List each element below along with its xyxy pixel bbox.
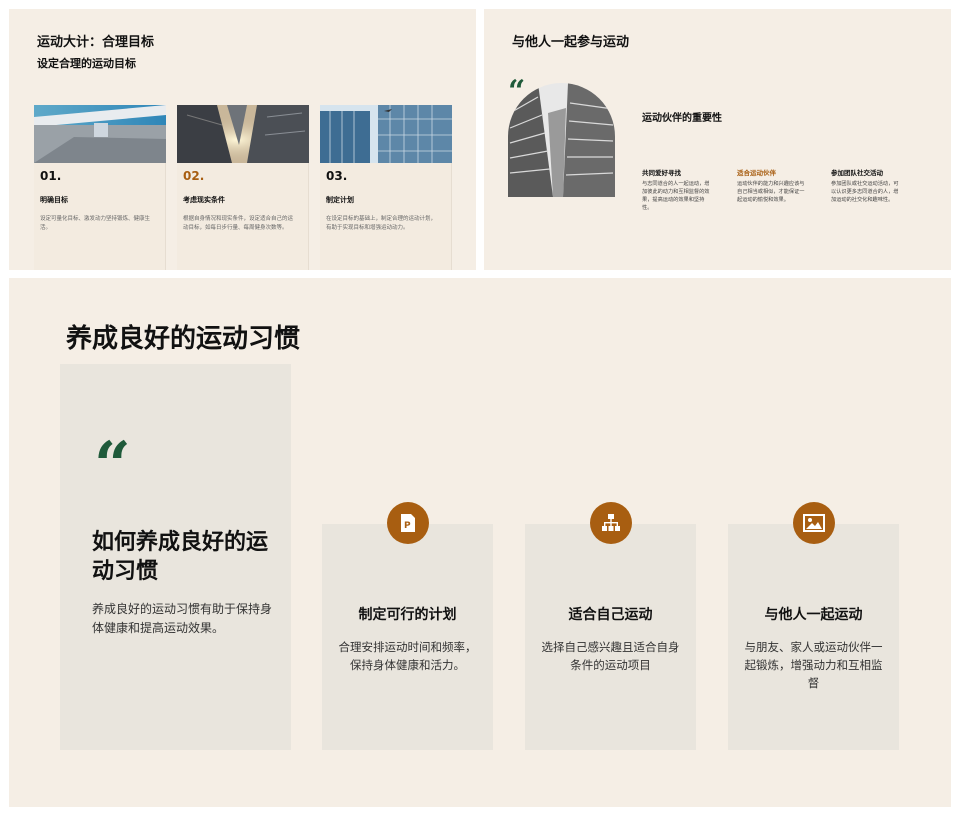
slide-goal-setting: 运动大计：合理目标 设定合理的运动目标 01. 明确目标 设定可量化目标、激发动… [9,9,476,270]
image-icon [793,502,835,544]
intro-desc: 养成良好的运动习惯有助于保持身体健康和提高运动效果。 [92,602,273,635]
habit-card-suitable: 适合自己运动 选择自己感兴趣且适合自身条件的运动项目 [525,502,696,750]
step-number: 03. [326,169,348,183]
glass-building-photo [320,105,452,163]
architecture-photo-1 [34,105,166,163]
card-title: 适合自己运动 [568,607,653,623]
habit-card-together: 与他人一起运动 与朋友、家人或运动伙伴一起锻炼，增强动力和互相监督 [728,502,899,750]
slide-title: 运动大计：合理目标 [37,35,155,50]
slide-exercise-partners: 与他人一起参与运动 “ 运动伙伴的重要性 共同爱好寻找 与志同道合的人一起运动，… [484,9,951,270]
point-desc: 运动伙伴的能力和兴趣应该与自己相当或相似，才能保证一起运动的愉悦和效果。 [737,181,805,203]
intro-panel: “ 如何养成良好的运动习惯 养成良好的运动习惯有助于保持身体健康和提高运动效果。 [60,364,291,750]
document-p-icon: P [387,502,429,544]
slide-exercise-habits: 养成良好的运动习惯 “ 如何养成良好的运动习惯 养成良好的运动习惯有助于保持身体… [9,278,951,807]
partner-point-1: 共同爱好寻找 与志同道合的人一起运动，增加彼此的动力和互相监督的效果，提高运动的… [642,167,714,212]
svg-text:P: P [404,521,411,531]
step-desc: 在设定目标的基础上，制定合理的运动计划，有助于实现目标和增强运动动力。 [326,216,437,231]
step-desc: 根据自身情况和现实条件，设定适合自己的运动目标，如每日步行量、每周健身次数等。 [183,216,294,231]
partner-point-2: 适合运动伙伴 运动伙伴的能力和兴趣应该与自己相当或相似，才能保证一起运动的愉悦和… [737,167,809,204]
step-number: 02. [183,169,205,183]
point-title: 适合运动伙伴 [737,169,776,177]
slide-subtitle: 设定合理的运动目标 [37,57,136,70]
point-title: 参加团队社交活动 [831,169,883,177]
step-number: 01. [40,169,62,183]
quote-mark-icon: “ [94,428,131,503]
card-desc: 与朋友、家人或运动伙伴一起锻炼，增强动力和互相监督 [744,640,883,690]
card-desc: 选择自己感兴趣且适合自身条件的运动项目 [541,640,680,672]
partner-point-3: 参加团队社交活动 参加团队或社交运动活动，可以认识更多志同道合的人，增加运动的社… [831,167,903,204]
org-chart-icon [590,502,632,544]
section-heading: 运动伙伴的重要性 [642,113,722,124]
slide-title: 与他人一起参与运动 [512,35,630,50]
habit-card-plan: P 制定可行的计划 合理安排运动时间和频率，保持身体健康和活力。 [322,502,493,750]
card-title: 制定可行的计划 [358,607,457,623]
intro-heading: 如何养成良好的运动习惯 [92,530,269,584]
step-card-1: 01. 明确目标 设定可量化目标、激发动力坚持锻炼、健康生活。 [34,105,166,270]
step-title: 制定计划 [326,196,354,204]
card-title: 与他人一起运动 [764,607,863,623]
point-title: 共同爱好寻找 [642,169,681,177]
step-card-2: 02. 考虑现实条件 根据自身情况和现实条件，设定适合自己的运动目标，如每日步行… [177,105,309,270]
slide-title: 养成良好的运动习惯 [66,324,301,354]
step-title: 明确目标 [40,196,68,204]
step-desc: 设定可量化目标、激发动力坚持锻炼、健康生活。 [40,216,151,231]
point-desc: 与志同道合的人一起运动，增加彼此的动力和互相监督的效果，提高运动的效果和坚持性。 [642,181,710,211]
card-desc: 合理安排运动时间和频率，保持身体健康和活力。 [338,640,477,672]
step-card-3: 03. 制定计划 在设定目标的基础上，制定合理的运动计划，有助于实现目标和增强运… [320,105,452,270]
step-title: 考虑现实条件 [183,196,225,204]
point-desc: 参加团队或社交运动活动，可以认识更多志同道合的人，增加运动的社交化和趣味性。 [831,181,899,203]
skyscraper-photo [177,105,309,163]
quote-mark-icon: “ [508,74,526,109]
